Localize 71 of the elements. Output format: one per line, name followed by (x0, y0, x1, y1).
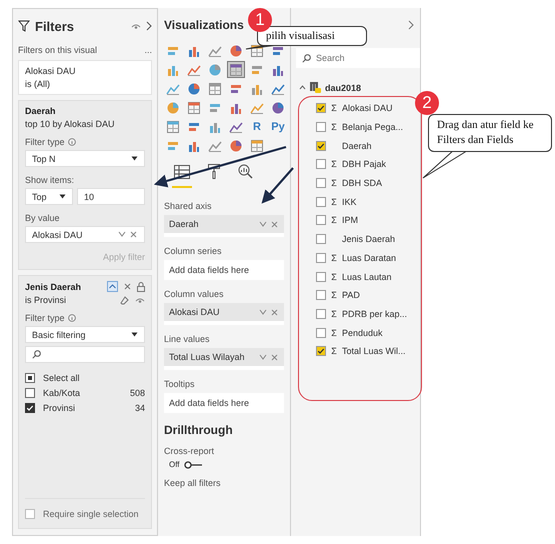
option-label[interactable]: Require single selection (43, 509, 139, 519)
search-field[interactable]: Search (296, 48, 420, 68)
sigma-icon: Σ (330, 215, 338, 226)
well-label: Keep all filters (164, 478, 222, 488)
field-well[interactable]: Add data fields here (164, 260, 284, 280)
sigma-icon: Σ (330, 328, 338, 338)
field-well[interactable]: Alokasi DAU (164, 303, 284, 325)
field-name[interactable]: IKK (342, 196, 357, 207)
field-well[interactable]: Add data fields here (164, 393, 284, 413)
visual-type-button[interactable]: Py (269, 118, 287, 135)
filter-type-dropdown[interactable]: Top N (25, 150, 145, 167)
option-label[interactable]: Select all (43, 372, 80, 382)
sigma-icon: Σ (330, 290, 338, 300)
option-label[interactable]: Kab/Kota (43, 388, 80, 398)
filter-condition: top 10 by Alokasi DAU (25, 119, 116, 129)
field-name[interactable]: PDRB per kap... (342, 308, 408, 319)
field-name[interactable]: Jenis Daerah (342, 234, 396, 244)
count-field[interactable]: 10 (77, 188, 145, 205)
direction-dropdown[interactable]: Top (25, 188, 73, 205)
field-name[interactable]: Luas Daratan (342, 252, 396, 263)
well-label: Tooltips (164, 379, 196, 389)
field-well[interactable]: Daerah (164, 215, 284, 237)
well-label: Column series (164, 246, 223, 256)
well-label: Line values (164, 334, 211, 344)
field-name[interactable]: Luas Lautan (342, 272, 392, 282)
sigma-icon: Σ (330, 178, 338, 188)
filter-field: Daerah (25, 106, 145, 116)
sigma-icon: Σ (330, 346, 338, 356)
visual-type-button[interactable]: R (248, 118, 266, 135)
filter-card[interactable]: Alokasi DAU is (All) (18, 60, 152, 95)
filter-field: Alokasi DAU (25, 66, 145, 76)
field-name[interactable]: Daerah (342, 140, 372, 151)
field-name[interactable]: Alokasi DAU (342, 103, 393, 114)
well-label: Shared axis (164, 201, 213, 211)
sigma-icon: Σ (330, 252, 338, 263)
field-label: By value (25, 213, 60, 223)
sigma-icon: Σ (330, 272, 338, 282)
field-label: Filter type (25, 137, 65, 147)
sigma-icon: Σ (330, 159, 338, 170)
well-label: Cross-report (164, 446, 216, 456)
sigma-icon: Σ (330, 308, 338, 319)
field-label: Filter type (25, 313, 65, 323)
step-badge: 2 (415, 91, 439, 115)
pane-title: Visualizations (164, 17, 244, 34)
pane-title: Filters (35, 18, 76, 34)
filter-field: Jenis Daerah (25, 282, 103, 292)
field-name[interactable]: PAD (342, 290, 360, 300)
more-options[interactable]: ... (144, 45, 152, 55)
field-name[interactable]: Total Luas Wil... (342, 346, 406, 356)
sigma-icon: Σ (330, 196, 338, 207)
field-well[interactable]: Total Luas Wilayah (164, 348, 284, 370)
value-field-well[interactable]: Alokasi DAU (25, 226, 145, 243)
table-name[interactable]: dau2018 (325, 82, 362, 92)
toggle-label: Off (169, 460, 180, 469)
option-label[interactable]: Provinsi (43, 402, 76, 412)
filter-condition: is Provinsi (25, 295, 68, 305)
field-name[interactable]: Belanja Pega... (342, 122, 404, 132)
field-label: Show items: (25, 175, 74, 185)
filter-type-dropdown[interactable]: Basic filtering (25, 326, 145, 343)
sigma-icon: Σ (330, 103, 338, 114)
section-title: Drillthrough (164, 423, 234, 437)
field-name[interactable]: DBH SDA (342, 178, 382, 188)
field-name[interactable]: Penduduk (342, 328, 383, 338)
option-count: 34 (134, 402, 145, 412)
option-count: 508 (130, 388, 145, 398)
field-name[interactable]: DBH Pajak (342, 159, 386, 170)
sigma-icon: Σ (330, 122, 338, 132)
well-label: Column values (164, 289, 225, 299)
filter-condition: is (All) (25, 79, 51, 89)
section-label: Filters on this visual (18, 45, 98, 55)
field-name[interactable]: IPM (342, 215, 358, 226)
